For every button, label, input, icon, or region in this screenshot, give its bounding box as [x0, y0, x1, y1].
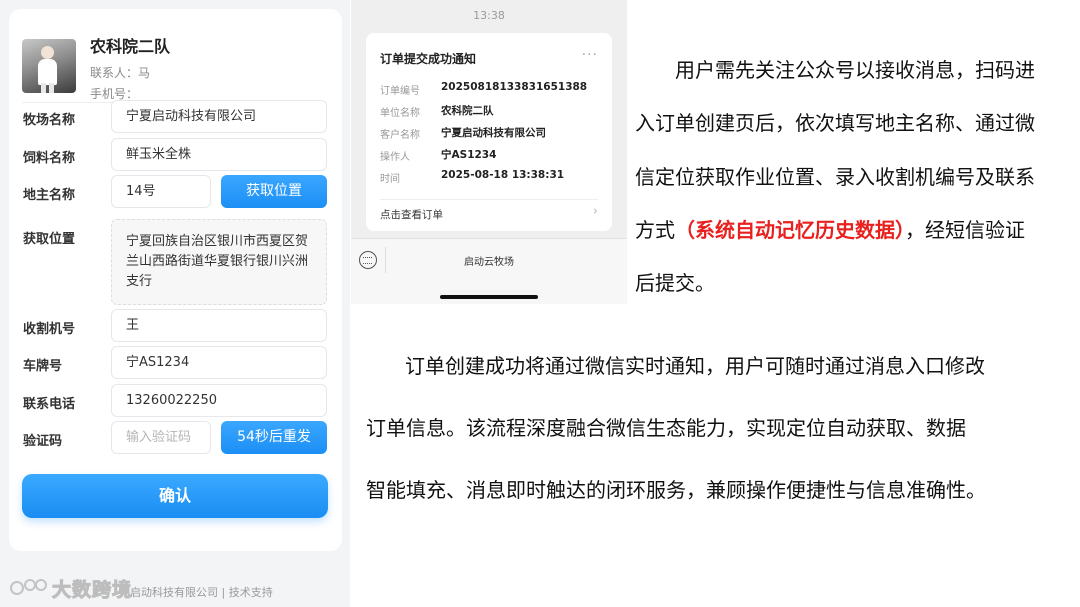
- avatar-figure-leg: [49, 83, 54, 93]
- description-line: 信定位获取作业位置、录入收割机编号及联系: [635, 165, 1035, 189]
- contact-phone-label: 联系电话: [23, 397, 76, 412]
- verification-code-input[interactable]: 输入验证码: [111, 421, 211, 454]
- field-key: 单位名称: [380, 108, 420, 119]
- contact-person: 联系人：马: [90, 66, 151, 80]
- operator-value: 宁AS1234: [441, 149, 497, 161]
- menu-item-cloud-ranch[interactable]: 启动云牧场: [351, 253, 627, 268]
- customer-name-value: 宁夏启动科技有限公司: [441, 127, 546, 139]
- field-key: 时间: [380, 174, 400, 185]
- message-time: 13:38: [473, 9, 505, 22]
- unit-name-value: 农科院二队: [441, 105, 494, 117]
- feed-name-field[interactable]: 鲜玉米全株: [111, 138, 327, 171]
- description-line: 后提交。: [635, 271, 715, 295]
- harvester-number-field[interactable]: 王: [111, 309, 327, 342]
- avatar-figure-leg: [41, 83, 46, 93]
- notification-title: 订单提交成功通知: [380, 52, 477, 66]
- watermark-text: 大数跨境: [51, 578, 133, 601]
- home-indicator: [440, 295, 538, 299]
- more-icon[interactable]: ···: [582, 47, 598, 63]
- field-key: 操作人: [380, 152, 410, 163]
- watermark-logo-icon: [10, 579, 47, 595]
- description-text: 方式: [635, 218, 675, 242]
- official-account-menu-bar: 启动云牧场: [351, 238, 627, 304]
- description-line: 方式（系统自动记忆历史数据），经短信验证: [635, 214, 1025, 243]
- verification-code-label: 验证码: [23, 434, 63, 449]
- time-value: 2025-08-18 13:38:31: [441, 169, 565, 181]
- order-number-value: 20250818133831651388: [441, 81, 588, 93]
- field-key: 客户名称: [380, 130, 420, 141]
- description-line: 订单创建成功将通过微信实时通知，用户可随时通过消息入口修改: [405, 354, 985, 378]
- resend-code-button[interactable]: 54秒后重发: [221, 421, 327, 454]
- description-line: 订单信息。该流程深度融合微信生态能力，实现定位自动获取、数据: [366, 416, 966, 440]
- feed-name-label: 饲料名称: [23, 151, 76, 166]
- landlord-name-label: 地主名称: [23, 188, 76, 203]
- location-field[interactable]: 宁夏回族自治区银川市西夏区贺兰山西路街道华夏银行银川兴洲支行: [111, 219, 327, 305]
- description-line: 用户需先关注公众号以接收消息，扫码进: [675, 58, 1035, 82]
- description-line: 智能填充、消息即时触达的闭环服务，兼顾操作便捷性与信息准确性。: [366, 478, 986, 502]
- avatar-figure-head: [41, 46, 54, 59]
- harvester-number-label: 收割机号: [23, 322, 76, 337]
- footer-support-text: 启动科技有限公司 | 技术支持: [130, 586, 273, 599]
- avatar-figure-body: [38, 59, 57, 85]
- chevron-right-icon[interactable]: ›: [593, 204, 598, 219]
- description-line: 入订单创建页后，依次填写地主名称、通过微: [635, 111, 1035, 135]
- field-key: 订单编号: [380, 86, 420, 97]
- card-divider: [380, 199, 598, 200]
- location-label: 获取位置: [23, 232, 76, 247]
- team-name: 农科院二队: [90, 37, 171, 56]
- watermark: 大数跨境: [8, 574, 132, 602]
- highlight-text: （系统自动记忆历史数据）: [675, 218, 905, 242]
- view-order-link[interactable]: 点击查看订单: [380, 207, 443, 222]
- landlord-name-field[interactable]: 14号: [111, 175, 211, 208]
- contact-phone-field[interactable]: 13260022250: [111, 384, 327, 417]
- description-text: ，经短信验证: [905, 218, 1025, 242]
- plate-number-field[interactable]: 宁AS1234: [111, 346, 327, 379]
- get-location-button[interactable]: 获取位置: [221, 175, 327, 208]
- order-form-card: 农科院二队 联系人：马 手机号： 牧场名称 宁夏启动科技有限公司 饲料名称 鲜玉…: [9, 9, 342, 551]
- wechat-message-screen: 13:38 订单提交成功通知 ··· 订单编号 2025081813383165…: [351, 0, 627, 304]
- confirm-button[interactable]: 确认: [22, 474, 328, 518]
- user-header: 农科院二队 联系人：马 手机号：: [22, 19, 327, 103]
- ranch-name-field[interactable]: 宁夏启动科技有限公司: [111, 100, 327, 133]
- avatar: [22, 39, 76, 93]
- order-form-screen: 农科院二队 联系人：马 手机号： 牧场名称 宁夏启动科技有限公司 饲料名称 鲜玉…: [0, 0, 350, 607]
- plate-number-label: 车牌号: [23, 359, 63, 374]
- ranch-name-label: 牧场名称: [23, 113, 76, 128]
- notification-card[interactable]: 订单提交成功通知 ··· 订单编号 20250818133831651388 单…: [366, 33, 612, 231]
